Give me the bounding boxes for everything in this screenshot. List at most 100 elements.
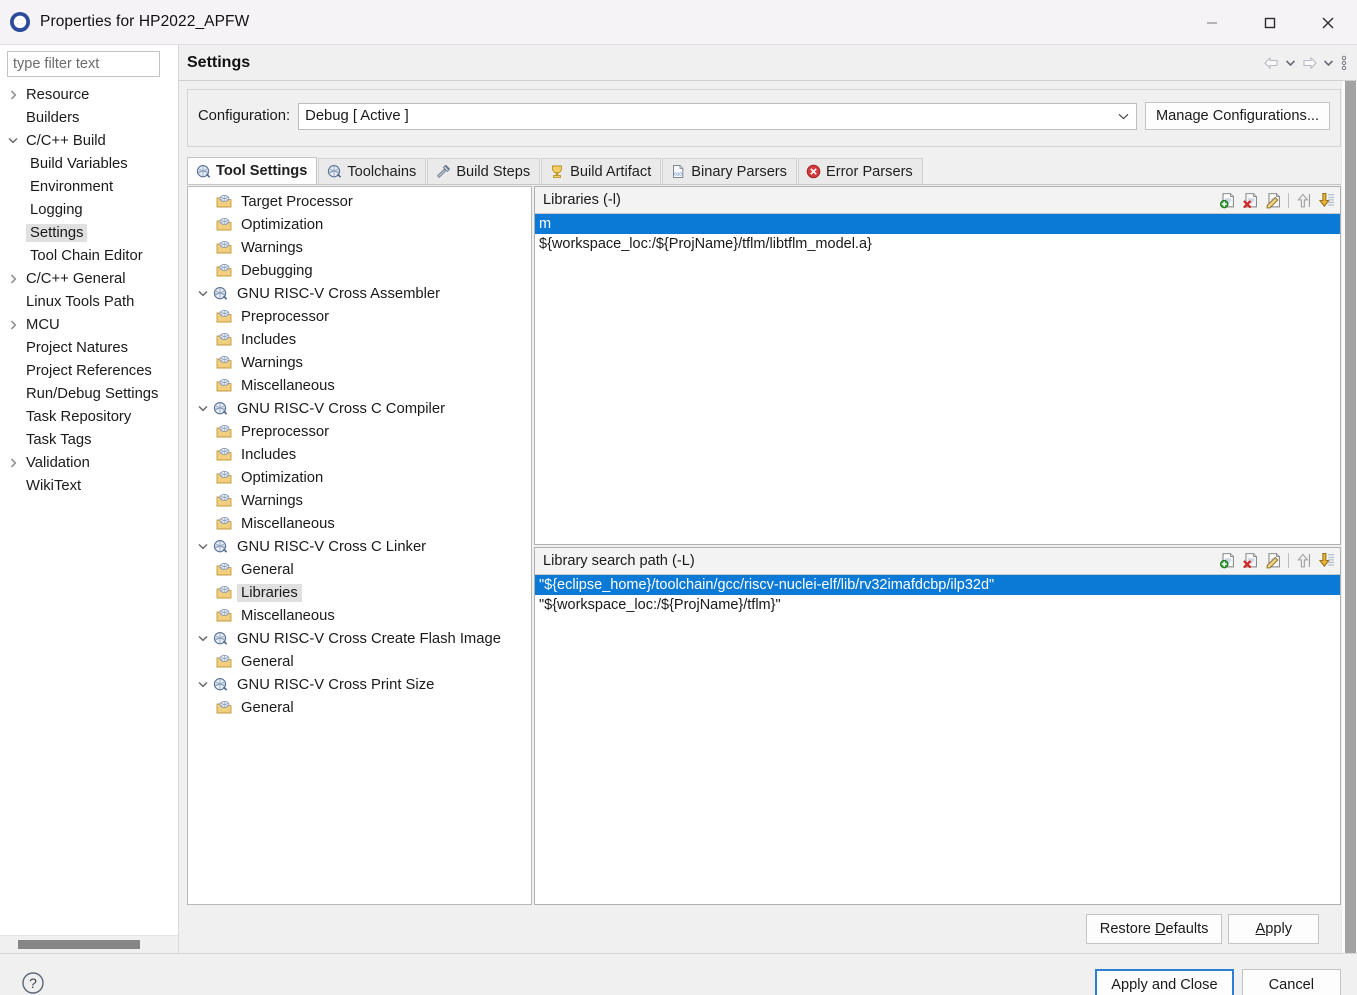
sidebar-item-task-repository[interactable]: Task Repository xyxy=(0,405,178,428)
tool-tree-item[interactable]: Target Processor xyxy=(188,190,531,213)
minimize-button[interactable] xyxy=(1183,0,1241,45)
tool-tree-item[interactable]: Preprocessor xyxy=(188,305,531,328)
tool-tree-item[interactable]: Includes xyxy=(188,443,531,466)
cancel-button[interactable]: Cancel xyxy=(1241,968,1341,995)
edit-icon[interactable] xyxy=(1264,551,1284,571)
sidebar-item-project-references[interactable]: Project References xyxy=(0,359,178,382)
library-search-path-list[interactable]: "${eclipse_home}/toolchain/gcc/riscv-nuc… xyxy=(535,574,1340,904)
back-chevron-down-icon[interactable] xyxy=(1283,51,1297,75)
chevron-right-icon[interactable] xyxy=(4,457,22,468)
sidebar-item-label: Builders xyxy=(26,109,80,126)
tool-tree-item[interactable]: GNU RISC-V Cross Create Flash Image xyxy=(188,627,531,650)
tool-tree-item[interactable]: Warnings xyxy=(188,351,531,374)
sidebar-item-project-natures[interactable]: Project Natures xyxy=(0,336,178,359)
add-icon[interactable] xyxy=(1218,190,1238,210)
tool-tree-item[interactable]: Optimization xyxy=(188,213,531,236)
chevron-right-icon[interactable] xyxy=(4,273,22,284)
sidebar-item-wikitext[interactable]: WikiText xyxy=(0,474,178,497)
help-circle-icon[interactable]: ? xyxy=(21,971,45,995)
tool-tree-item[interactable]: Miscellaneous xyxy=(188,374,531,397)
chevron-down-icon[interactable] xyxy=(194,405,212,412)
sidebar-scroll-thumb[interactable] xyxy=(18,940,140,949)
configuration-select[interactable]: Debug [ Active ] xyxy=(298,102,1137,130)
forward-chevron-down-icon[interactable] xyxy=(1321,51,1335,75)
sidebar-item-settings[interactable]: Settings xyxy=(0,221,178,244)
tool-tree-item[interactable]: General xyxy=(188,558,531,581)
edit-icon[interactable] xyxy=(1264,190,1284,210)
sidebar-item-build-variables[interactable]: Build Variables xyxy=(0,152,178,175)
tool-tree-item[interactable]: Preprocessor xyxy=(188,420,531,443)
libraries-toolbar[interactable] xyxy=(1218,190,1336,210)
tool-tree-item[interactable]: Miscellaneous xyxy=(188,512,531,535)
list-item[interactable]: ${workspace_loc:/${ProjName}/tflm/libtfl… xyxy=(535,234,1340,254)
arrow-right-icon[interactable] xyxy=(1299,51,1319,75)
sidebar-horizontal-scrollbar[interactable] xyxy=(0,935,178,953)
move-down-icon[interactable] xyxy=(1316,190,1336,210)
content-vertical-scrollbar[interactable] xyxy=(1341,81,1357,971)
chevron-right-icon[interactable] xyxy=(4,89,22,100)
chevron-down-icon[interactable] xyxy=(194,681,212,688)
sidebar-item-c-c-general[interactable]: C/C++ General xyxy=(0,267,178,290)
move-down-icon[interactable] xyxy=(1316,551,1336,571)
tool-tree-item[interactable]: Optimization xyxy=(188,466,531,489)
settings-nav-tree[interactable]: Resource Builders C/C++ Build Build Variabl… xyxy=(0,81,178,935)
tool-tree-item[interactable]: GNU RISC-V Cross Print Size xyxy=(188,673,531,696)
list-item[interactable]: m xyxy=(535,214,1340,234)
manage-configurations-button[interactable]: Manage Configurations... xyxy=(1144,102,1330,130)
apply-button[interactable]: Apply xyxy=(1228,914,1319,944)
sidebar-item-environment[interactable]: Environment xyxy=(0,175,178,198)
tool-settings-tree[interactable]: Target Processor Optimization Warnings Debu… xyxy=(187,186,532,905)
sidebar-item-logging[interactable]: Logging xyxy=(0,198,178,221)
tool-tree-item[interactable]: Includes xyxy=(188,328,531,351)
close-button[interactable] xyxy=(1299,0,1357,45)
maximize-button[interactable] xyxy=(1241,0,1299,45)
sidebar-item-run-debug-settings[interactable]: Run/Debug Settings xyxy=(0,382,178,405)
tool-tree-item[interactable]: General xyxy=(188,650,531,673)
tool-tree-item[interactable]: GNU RISC-V Cross Assembler xyxy=(188,282,531,305)
tab-build-artifact[interactable]: Build Artifact xyxy=(541,158,662,184)
sidebar-item-task-tags[interactable]: Task Tags xyxy=(0,428,178,451)
tool-tree-item[interactable]: Miscellaneous xyxy=(188,604,531,627)
tool-tree-item[interactable]: GNU RISC-V Cross C Compiler xyxy=(188,397,531,420)
tool-gear-icon xyxy=(212,401,228,416)
tool-tree-item[interactable]: Debugging xyxy=(188,259,531,282)
chevron-down-icon[interactable] xyxy=(194,290,212,297)
tab-error-parsers[interactable]: Error Parsers xyxy=(797,158,923,184)
sidebar-item-resource[interactable]: Resource xyxy=(0,83,178,106)
tool-tree-item[interactable]: Warnings xyxy=(188,236,531,259)
chevron-down-icon[interactable] xyxy=(194,635,212,642)
chevron-right-icon[interactable] xyxy=(4,319,22,330)
chevron-down-icon[interactable] xyxy=(4,137,22,144)
add-icon[interactable] xyxy=(1218,551,1238,571)
apply-and-close-button[interactable]: Apply and Close xyxy=(1095,968,1234,995)
list-item[interactable]: "${workspace_loc:/${ProjName}/tflm}" xyxy=(535,595,1340,615)
sidebar-item-mcu[interactable]: MCU xyxy=(0,313,178,336)
tab-label: Error Parsers xyxy=(825,163,913,180)
restore-defaults-button[interactable]: Restore Defaults xyxy=(1085,914,1223,944)
tab-tool-settings[interactable]: Tool Settings xyxy=(187,157,318,184)
filter-input[interactable] xyxy=(7,51,160,77)
sidebar-item-linux-tools-path[interactable]: Linux Tools Path xyxy=(0,290,178,313)
tool-tree-item[interactable]: General xyxy=(188,696,531,719)
sidebar-item-c-c-build[interactable]: C/C++ Build xyxy=(0,129,178,152)
vertical-dots-icon[interactable] xyxy=(1337,51,1351,75)
sidebar-item-builders[interactable]: Builders xyxy=(0,106,178,129)
tool-tree-item[interactable]: Warnings xyxy=(188,489,531,512)
tab-toolchains[interactable]: Toolchains xyxy=(318,158,427,184)
tool-tree-item[interactable]: GNU RISC-V Cross C Linker xyxy=(188,535,531,558)
chevron-down-icon[interactable] xyxy=(194,543,212,550)
delete-icon[interactable] xyxy=(1241,551,1261,571)
sidebar-item-tool-chain-editor[interactable]: Tool Chain Editor xyxy=(0,244,178,267)
list-item[interactable]: "${eclipse_home}/toolchain/gcc/riscv-nuc… xyxy=(535,574,1340,595)
library-search-path-toolbar[interactable] xyxy=(1218,551,1336,571)
settings-tab-bar[interactable]: Tool Settings Toolchains Build Steps Build … xyxy=(187,157,1341,184)
library-search-path-panel: Library search path (-L) "${eclipse_home… xyxy=(534,546,1341,905)
arrow-left-icon[interactable] xyxy=(1261,51,1281,75)
sidebar-item-validation[interactable]: Validation xyxy=(0,451,178,474)
libraries-list[interactable]: m ${workspace_loc:/${ProjName}/tflm/libtf… xyxy=(535,214,1340,544)
tab-build-steps[interactable]: Build Steps xyxy=(427,158,541,184)
delete-icon[interactable] xyxy=(1241,190,1261,210)
tool-tree-item[interactable]: Libraries xyxy=(188,581,531,604)
tab-binary-parsers[interactable]: 010 Binary Parsers xyxy=(662,158,797,184)
content-scroll-thumb[interactable] xyxy=(1345,81,1356,971)
